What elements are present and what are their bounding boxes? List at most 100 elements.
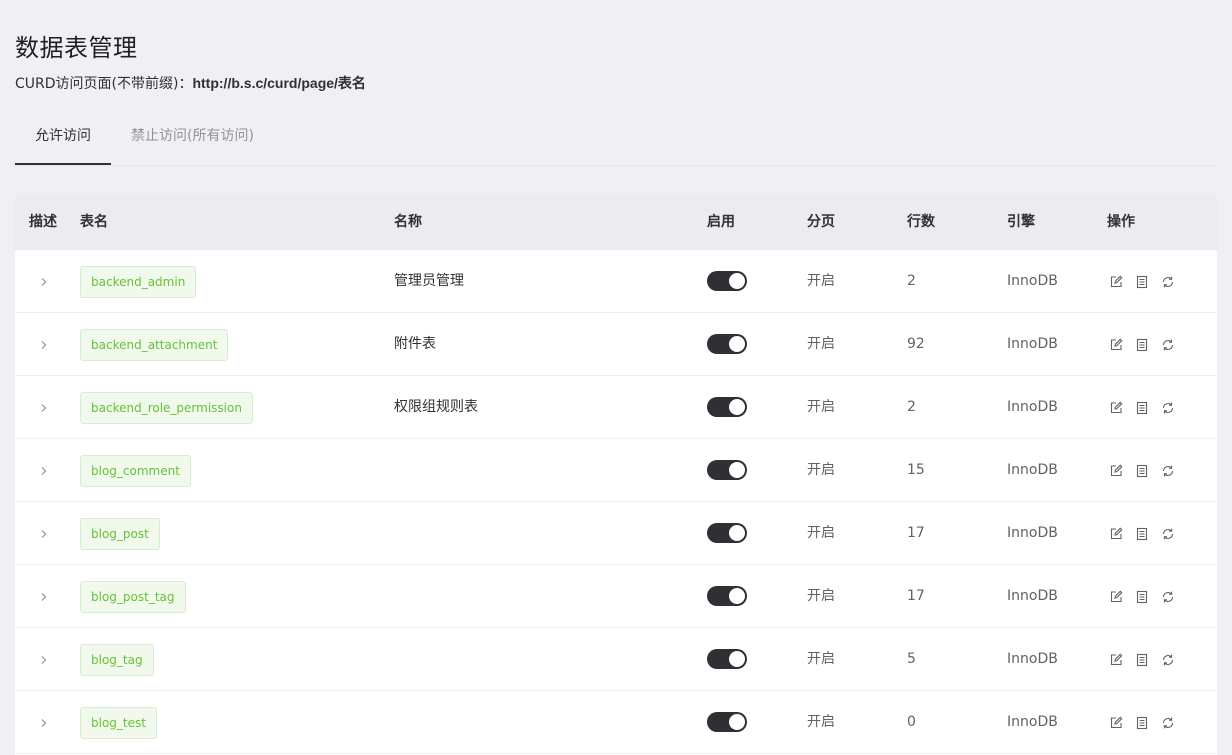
header-rows: 行数 <box>907 214 935 230</box>
toggle-knob <box>729 273 745 289</box>
paging-status: 开启 <box>807 462 835 478</box>
refresh-icon[interactable] <box>1161 589 1175 603</box>
row-count: 17 <box>907 525 925 541</box>
header-enabled: 启用 <box>707 214 735 230</box>
storage-engine: InnoDB <box>1007 399 1058 415</box>
table-display-name: 权限组规则表 <box>394 399 478 415</box>
toggle-knob <box>729 714 745 730</box>
edit-icon[interactable] <box>1109 400 1123 414</box>
refresh-icon[interactable] <box>1161 463 1175 477</box>
table-row[interactable]: blog_comment 开启 15 InnoDB <box>15 439 1217 502</box>
table-row[interactable]: backend_role_permission 权限组规则表 开启 2 InnoDB <box>15 376 1217 439</box>
paging-status: 开启 <box>807 525 835 541</box>
refresh-icon[interactable] <box>1161 400 1175 414</box>
refresh-icon[interactable] <box>1161 526 1175 540</box>
header-actions: 操作 <box>1107 214 1135 230</box>
expand-chevron-icon[interactable] <box>39 274 49 290</box>
edit-icon[interactable] <box>1109 526 1123 540</box>
row-count: 15 <box>907 462 925 478</box>
table-name-tag: backend_role_permission <box>80 392 253 424</box>
refresh-icon[interactable] <box>1161 274 1175 288</box>
toggle-knob <box>729 399 745 415</box>
expand-chevron-icon[interactable] <box>39 589 49 605</box>
expand-chevron-icon[interactable] <box>39 463 49 479</box>
edit-icon[interactable] <box>1109 274 1123 288</box>
document-icon[interactable] <box>1135 274 1149 289</box>
document-icon[interactable] <box>1135 526 1149 541</box>
storage-engine: InnoDB <box>1007 714 1058 730</box>
table-row[interactable]: blog_test 开启 0 InnoDB <box>15 691 1217 754</box>
enable-toggle[interactable] <box>707 460 747 480</box>
enable-toggle[interactable] <box>707 586 747 606</box>
table-row[interactable]: blog_tag 开启 5 InnoDB <box>15 628 1217 691</box>
enable-toggle[interactable] <box>707 334 747 354</box>
page-title: 数据表管理 <box>15 34 138 62</box>
tab-deny-access[interactable]: 禁止访问(所有访问) <box>131 110 254 165</box>
storage-engine: InnoDB <box>1007 588 1058 604</box>
refresh-icon[interactable] <box>1161 715 1175 729</box>
header-desc: 描述 <box>29 214 57 230</box>
expand-chevron-icon[interactable] <box>39 652 49 668</box>
table-name-tag: blog_post <box>80 518 160 550</box>
paging-status: 开启 <box>807 651 835 667</box>
document-icon[interactable] <box>1135 589 1149 604</box>
document-icon[interactable] <box>1135 463 1149 478</box>
enable-toggle[interactable] <box>707 649 747 669</box>
table-name-tag: blog_post_tag <box>80 581 186 613</box>
row-count: 0 <box>907 714 916 730</box>
table-name-tag: blog_comment <box>80 455 191 487</box>
refresh-icon[interactable] <box>1161 652 1175 666</box>
document-icon[interactable] <box>1135 715 1149 730</box>
expand-chevron-icon[interactable] <box>39 526 49 542</box>
table-header: 描述 表名 名称 启用 分页 行数 引擎 操作 <box>15 195 1217 250</box>
table-card: 描述 表名 名称 启用 分页 行数 引擎 操作 backend_admin 管理员… <box>15 195 1217 755</box>
row-count: 92 <box>907 336 925 352</box>
curd-url-line: CURD访问页面(不带前缀)：http://b.s.c/curd/page/表名 <box>15 73 366 93</box>
paging-status: 开启 <box>807 399 835 415</box>
row-count: 2 <box>907 273 916 289</box>
table-name-tag: backend_admin <box>80 266 197 298</box>
header-engine: 引擎 <box>1007 214 1035 230</box>
storage-engine: InnoDB <box>1007 336 1058 352</box>
paging-status: 开启 <box>807 336 835 352</box>
curd-url-label: CURD访问页面(不带前缀)： <box>15 76 193 92</box>
edit-icon[interactable] <box>1109 463 1123 477</box>
enable-toggle[interactable] <box>707 271 747 291</box>
enable-toggle[interactable] <box>707 397 747 417</box>
table-name-tag: blog_tag <box>80 644 154 676</box>
enable-toggle[interactable] <box>707 523 747 543</box>
tab-allow-access[interactable]: 允许访问 <box>15 110 111 165</box>
edit-icon[interactable] <box>1109 337 1123 351</box>
expand-chevron-icon[interactable] <box>39 400 49 416</box>
header-table-name: 表名 <box>80 214 108 230</box>
header-paging: 分页 <box>807 214 835 230</box>
table-row[interactable]: backend_admin 管理员管理 开启 2 InnoDB <box>15 250 1217 313</box>
table-name-tag: blog_test <box>80 707 157 739</box>
table-row[interactable]: blog_post_tag 开启 17 InnoDB <box>15 565 1217 628</box>
paging-status: 开启 <box>807 273 835 289</box>
storage-engine: InnoDB <box>1007 273 1058 289</box>
row-count: 2 <box>907 399 916 415</box>
paging-status: 开启 <box>807 588 835 604</box>
document-icon[interactable] <box>1135 337 1149 352</box>
enable-toggle[interactable] <box>707 712 747 732</box>
row-count: 17 <box>907 588 925 604</box>
document-icon[interactable] <box>1135 400 1149 415</box>
toggle-knob <box>729 588 745 604</box>
curd-url: http://b.s.c/curd/page/表名 <box>192 75 366 91</box>
header-name: 名称 <box>394 214 422 230</box>
edit-icon[interactable] <box>1109 715 1123 729</box>
document-icon[interactable] <box>1135 652 1149 667</box>
storage-engine: InnoDB <box>1007 525 1058 541</box>
table-display-name: 管理员管理 <box>394 273 464 289</box>
edit-icon[interactable] <box>1109 652 1123 666</box>
refresh-icon[interactable] <box>1161 337 1175 351</box>
table-name-tag: backend_attachment <box>80 329 229 361</box>
expand-chevron-icon[interactable] <box>39 337 49 353</box>
table-row[interactable]: backend_attachment 附件表 开启 92 InnoDB <box>15 313 1217 376</box>
tab-bar: 允许访问 禁止访问(所有访问) <box>15 110 1217 166</box>
expand-chevron-icon[interactable] <box>39 715 49 731</box>
table-row[interactable]: blog_post 开启 17 InnoDB <box>15 502 1217 565</box>
edit-icon[interactable] <box>1109 589 1123 603</box>
storage-engine: InnoDB <box>1007 651 1058 667</box>
